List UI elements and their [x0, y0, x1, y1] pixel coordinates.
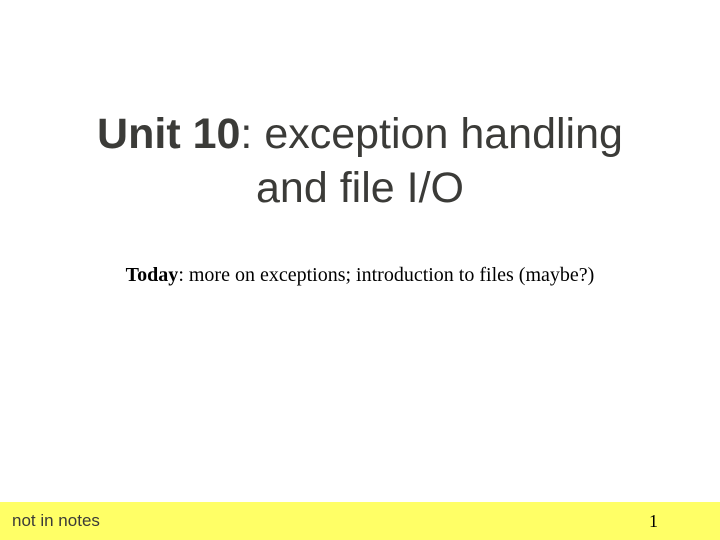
- slide-title: Unit 10: exception handling and file I/O: [0, 108, 720, 216]
- subtitle-label: Today: [126, 264, 179, 286]
- slide-footer: not in notes 1: [0, 502, 720, 540]
- subtitle-text: : more on exceptions; introduction to fi…: [178, 264, 594, 286]
- footer-note: not in notes: [12, 511, 100, 531]
- title-text-line2: and file I/O: [256, 164, 464, 212]
- slide-content: Unit 10: exception handling and file I/O…: [0, 0, 720, 287]
- page-number: 1: [649, 511, 708, 532]
- title-unit-number: Unit 10: [97, 110, 240, 158]
- title-text-line1: : exception handling: [240, 110, 623, 158]
- slide-subtitle: Today: more on exceptions; introduction …: [0, 264, 720, 287]
